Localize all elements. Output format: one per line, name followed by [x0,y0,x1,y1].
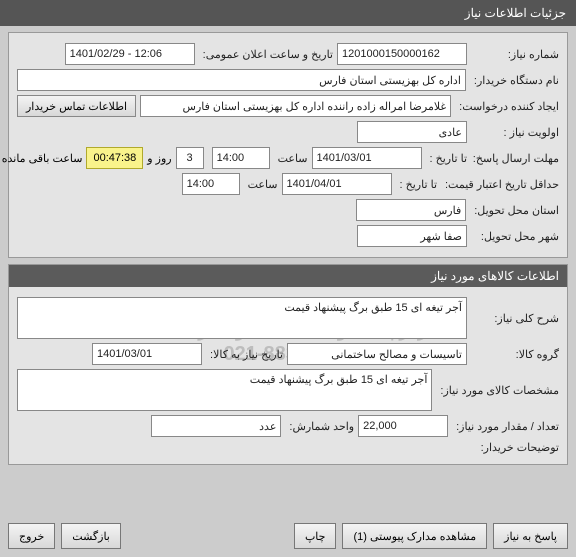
need-date-label: تاریخ نیاز به کالا: [206,348,283,361]
unit-field[interactable] [151,415,281,437]
attachments-button[interactable]: مشاهده مدارک پیوستی (1) [342,523,487,549]
time-label-1: ساعت [274,152,308,165]
validity-label: حداقل تاریخ اعتبار قیمت: [441,178,559,191]
validity-time-field[interactable] [182,173,240,195]
qty-label: تعداد / مقدار مورد نیاز: [452,420,559,433]
spec-field[interactable] [17,369,432,411]
city-field[interactable] [357,225,467,247]
province-label: استان محل تحویل: [470,204,559,217]
creator-field[interactable] [140,95,451,117]
buyer-field[interactable] [17,69,466,91]
province-field[interactable] [356,199,466,221]
unit-label: واحد شمارش: [285,420,354,433]
need-date-field[interactable] [92,343,202,365]
goods-panel-header: اطلاعات کالاهای مورد نیاز [9,265,567,287]
window-title: جزئیات اطلاعات نیاز [465,6,566,20]
buyer-note-label: توضیحات خریدار: [471,441,559,454]
to-date-label-2: تا تاریخ : [396,178,437,191]
remaining-label: ساعت باقی مانده [2,152,83,165]
need-info-panel: شماره نیاز: تاریخ و ساعت اعلان عمومی: نا… [8,32,568,258]
respond-button[interactable]: پاسخ به نیاز [493,523,568,549]
priority-field[interactable] [357,121,467,143]
back-button[interactable]: بازگشت [61,523,121,549]
deadline-time-field[interactable] [212,147,270,169]
creator-label: ایجاد کننده درخواست: [455,100,559,113]
validity-date-field[interactable] [282,173,392,195]
priority-label: اولویت نیاز : [471,126,559,139]
announce-field[interactable] [65,43,195,65]
action-bar: پاسخ به نیاز مشاهده مدارک پیوستی (1) چاپ… [8,523,568,549]
to-date-label: تا تاریخ : [426,152,467,165]
group-label: گروه کالا: [471,348,559,361]
buyer-label: نام دستگاه خریدار: [470,74,559,87]
city-label: شهر محل تحویل: [471,230,559,243]
desc-field[interactable] [17,297,467,339]
countdown-timer: 00:47:38 [86,147,143,169]
days-label: روز و [147,152,171,165]
group-field[interactable] [287,343,467,365]
deadline-date-field[interactable] [312,147,422,169]
need-number-label: شماره نیاز: [471,48,559,61]
desc-label: شرح کلی نیاز: [471,312,559,325]
goods-panel: اطلاعات کالاهای مورد نیاز سامانه تدارکات… [8,264,568,465]
qty-field[interactable] [358,415,448,437]
need-number-field[interactable] [337,43,467,65]
deadline-label: مهلت ارسال پاسخ: [471,152,559,165]
print-button[interactable]: چاپ [294,523,337,549]
window-title-bar: جزئیات اطلاعات نیاز [0,0,576,26]
days-remaining-field [176,147,204,169]
announce-label: تاریخ و ساعت اعلان عمومی: [199,48,333,61]
exit-button[interactable]: خروج [8,523,55,549]
spec-label: مشخصات کالای مورد نیاز: [436,384,559,397]
time-label-2: ساعت [244,178,278,191]
buyer-contact-button[interactable]: اطلاعات تماس خریدار [17,95,136,117]
